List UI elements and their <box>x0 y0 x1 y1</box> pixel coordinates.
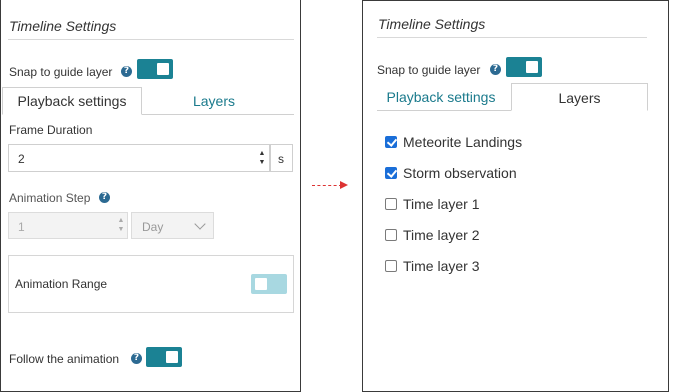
panel-title: Timeline Settings <box>9 18 117 34</box>
layer-checkbox[interactable] <box>385 229 397 241</box>
help-icon[interactable]: ? <box>490 64 501 75</box>
frame-duration-value: 2 <box>18 152 25 166</box>
title-divider <box>377 37 647 38</box>
tab-playback-settings[interactable]: Playback settings <box>377 84 505 111</box>
animation-step-input[interactable]: 1 ▲ ▼ <box>8 212 128 239</box>
panel-title: Timeline Settings <box>378 16 486 32</box>
layer-label[interactable]: Time layer 1 <box>403 196 480 212</box>
animation-step-unit-select[interactable]: Day <box>131 212 214 239</box>
timeline-settings-panel-layers: Timeline Settings Snap to guide layer ? … <box>362 0 669 392</box>
frame-duration-label: Frame Duration <box>9 123 93 137</box>
dashed-arrow-line <box>312 185 342 186</box>
unit-box: s <box>270 144 293 172</box>
layer-label[interactable]: Storm observation <box>403 165 517 181</box>
tab-layers[interactable]: Layers <box>511 83 648 111</box>
help-icon[interactable]: ? <box>121 66 132 77</box>
layer-label[interactable]: Time layer 3 <box>403 258 480 274</box>
animation-step-label: Animation Step <box>9 191 91 205</box>
help-icon[interactable]: ? <box>99 192 110 203</box>
layer-checkbox[interactable] <box>385 198 397 210</box>
timeline-settings-panel-playback: Timeline Settings Snap to guide layer ? … <box>0 0 301 392</box>
chevron-down-icon <box>194 218 206 230</box>
follow-animation-label: Follow the animation <box>9 352 120 366</box>
layer-checkbox[interactable] <box>385 260 397 272</box>
toggle-knob <box>526 61 538 73</box>
spinner-up-icon[interactable]: ▲ <box>256 150 268 158</box>
selected-unit: Day <box>142 220 164 234</box>
snap-toggle[interactable] <box>506 57 542 77</box>
snap-toggle[interactable] <box>137 59 173 79</box>
tab-playback-settings[interactable]: Playback settings <box>2 87 142 115</box>
layer-checkbox[interactable] <box>385 167 397 179</box>
toggle-knob <box>166 351 178 363</box>
layer-label[interactable]: Time layer 2 <box>403 227 480 243</box>
animation-range-toggle[interactable] <box>251 274 287 294</box>
snap-label: Snap to guide layer <box>9 65 113 79</box>
spinner-up-icon[interactable]: ▲ <box>115 217 127 225</box>
help-icon[interactable]: ? <box>131 353 142 364</box>
spinner-down-icon[interactable]: ▼ <box>115 226 127 234</box>
frame-duration-input[interactable]: 2 ▲ ▼ <box>8 144 270 172</box>
animation-range-label: Animation Range <box>15 277 108 291</box>
unit-seconds: s <box>278 152 284 166</box>
animation-step-value: 1 <box>18 220 25 234</box>
animation-range-section: Animation Range <box>8 255 294 313</box>
toggle-knob <box>157 63 169 75</box>
tab-layers[interactable]: Layers <box>151 87 277 115</box>
toggle-knob <box>255 278 267 290</box>
follow-animation-toggle[interactable] <box>146 347 182 367</box>
layer-label[interactable]: Meteorite Landings <box>403 134 522 150</box>
spinner-down-icon[interactable]: ▼ <box>256 159 268 167</box>
title-divider <box>8 39 294 40</box>
layer-checkbox[interactable] <box>385 136 397 148</box>
arrow-right-icon <box>340 181 348 189</box>
snap-label: Snap to guide layer <box>377 63 481 77</box>
